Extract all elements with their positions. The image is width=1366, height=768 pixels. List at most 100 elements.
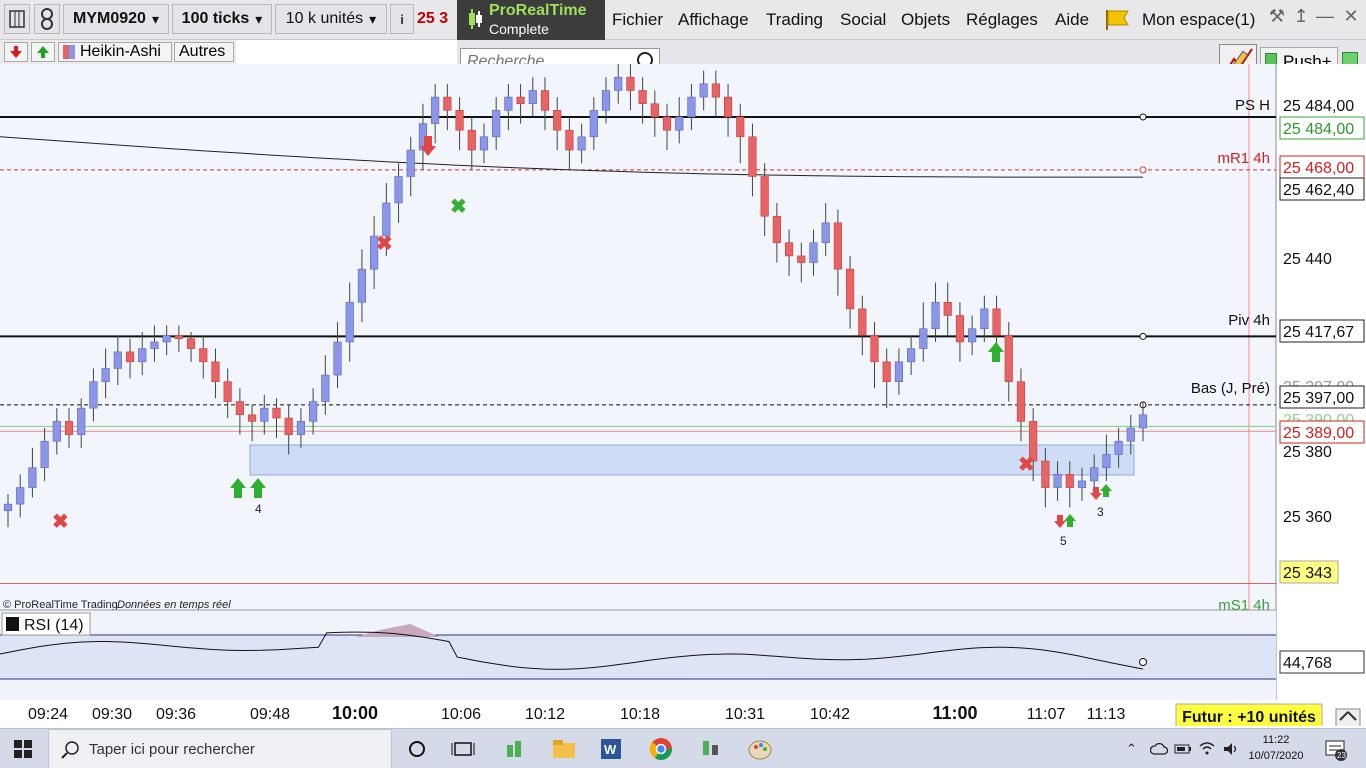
heikin-ashi-icon	[63, 45, 75, 59]
time-tick: 10:06	[441, 706, 481, 723]
candle-body	[235, 401, 244, 416]
candle-body	[565, 129, 574, 151]
menu-aide[interactable]: Aide	[1055, 10, 1089, 30]
candle-body	[846, 268, 855, 310]
flag-icon[interactable]	[1104, 8, 1130, 32]
price-tag-text: 25 462,40	[1283, 182, 1354, 199]
notification-icon[interactable]: 23	[1323, 738, 1349, 762]
time-tick: 09:36	[156, 706, 196, 723]
svg-text:23: 23	[1337, 751, 1346, 760]
minimize-icon[interactable]: —	[1314, 6, 1336, 32]
symbol-selector[interactable]: MYM0920	[63, 4, 169, 34]
candle-body	[675, 116, 684, 131]
menu-fichier[interactable]: Fichier	[612, 10, 663, 30]
candle-body	[577, 136, 586, 151]
line-label-bas: Bas (J, Pré)	[1191, 380, 1270, 397]
candle-body	[614, 76, 623, 91]
time-tick: 10:42	[810, 706, 850, 723]
cortana-icon[interactable]	[404, 737, 430, 761]
tools-icon[interactable]: ⚒	[1266, 6, 1288, 32]
candle-body	[272, 407, 281, 419]
account-menu[interactable]: Mon espace(1)	[1142, 10, 1255, 30]
cloud-icon[interactable]	[1150, 741, 1168, 757]
word-icon[interactable]: W	[598, 737, 624, 761]
candle-body	[748, 136, 757, 177]
candle-body	[77, 407, 86, 435]
brand-edition: Complete	[489, 21, 549, 37]
candle-body	[736, 116, 745, 138]
chart-area[interactable]: ✖ ✖ ✖ ✖ 4 5 3 PS H mR1 4h Piv 4h Bas (J,	[0, 64, 1366, 730]
menu-objets[interactable]: Objets	[901, 10, 950, 30]
candle-body	[186, 338, 196, 349]
price-chart[interactable]: ✖ ✖ ✖ ✖ 4 5 3 PS H mR1 4h Piv 4h Bas (J,	[0, 64, 1366, 730]
candle-body	[138, 348, 147, 363]
candle-body	[40, 440, 49, 469]
svg-text:W: W	[604, 742, 617, 757]
rsi-end-marker	[1139, 658, 1147, 666]
price-tag-text: 25 484,00	[1283, 98, 1354, 115]
interval-selector[interactable]: 100 ticks	[172, 4, 272, 34]
volume-icon[interactable]	[1222, 741, 1240, 757]
candle-body	[467, 129, 476, 151]
time-tick: 10:18	[620, 706, 660, 723]
brand-logo: ProRealTime Complete	[457, 0, 605, 40]
candle-body	[125, 351, 135, 363]
candle-body	[650, 103, 659, 118]
lock-icon[interactable]	[1335, 708, 1361, 730]
chrome-icon[interactable]	[648, 737, 674, 761]
candle-body	[101, 368, 110, 382]
sell-cross-icon: ✖	[52, 511, 69, 533]
others-button[interactable]: Autres	[174, 42, 234, 62]
taskbar-clock[interactable]: 11:22 10/07/2020	[1246, 732, 1306, 764]
file-explorer-icon[interactable]	[551, 737, 577, 761]
candle-body	[1102, 454, 1111, 469]
menu-reglages[interactable]: Réglages	[966, 10, 1038, 30]
link-icon[interactable]	[34, 4, 60, 34]
search-icon	[61, 741, 79, 759]
trading-app-icon[interactable]	[503, 737, 529, 761]
time-tick: 10:31	[725, 706, 765, 723]
buy-arrow-icon[interactable]	[31, 42, 55, 62]
candle-body	[797, 255, 806, 263]
candle-body	[1004, 335, 1013, 382]
chart-grid-icon[interactable]	[4, 4, 30, 34]
candle-body	[492, 110, 501, 138]
line-label-mr1: mR1 4h	[1217, 150, 1270, 167]
battery-icon[interactable]	[1174, 741, 1192, 757]
chart-type-selector[interactable]: Heikin-Ashi	[58, 42, 172, 62]
menu-trading[interactable]: Trading	[766, 10, 823, 30]
prorealtime-icon[interactable]	[698, 737, 724, 761]
taskbar-search[interactable]: Taper ici pour rechercher	[48, 729, 392, 768]
menu-affichage[interactable]: Affichage	[678, 10, 749, 30]
candle-body	[1077, 480, 1087, 488]
candle-body	[821, 222, 830, 243]
candle-body	[394, 176, 403, 204]
candle-body	[211, 361, 220, 382]
candle-body	[1126, 427, 1135, 442]
last-price: 25 3	[417, 10, 449, 27]
candle-body	[223, 381, 232, 402]
windows-start-icon[interactable]	[14, 740, 32, 758]
time-tick: 10:00	[332, 703, 378, 723]
line-label-piv: Piv 4h	[1228, 312, 1270, 329]
candle-body	[784, 242, 794, 257]
units-selector[interactable]: 10 k unités	[275, 4, 387, 34]
candle-body	[662, 116, 672, 131]
sell-cross-icon: ✖	[376, 233, 393, 255]
task-view-icon[interactable]	[450, 737, 476, 761]
candle-body	[248, 414, 257, 422]
candle-body	[589, 110, 598, 138]
menu-social[interactable]: Social	[840, 10, 886, 30]
candle-body	[553, 110, 562, 131]
support-zone	[249, 444, 1135, 476]
candle-body	[1016, 381, 1026, 422]
sell-arrow-icon[interactable]	[4, 42, 28, 62]
tray-chevron-icon[interactable]: ⌃	[1126, 741, 1137, 757]
pin-icon[interactable]: ↥	[1290, 6, 1312, 32]
candle-body	[943, 301, 952, 316]
level-end-marker	[1139, 166, 1147, 174]
paint-icon[interactable]	[747, 737, 773, 761]
wifi-icon[interactable]	[1198, 740, 1216, 756]
info-icon[interactable]: i	[390, 4, 414, 34]
close-icon[interactable]: ✕	[1340, 6, 1362, 32]
